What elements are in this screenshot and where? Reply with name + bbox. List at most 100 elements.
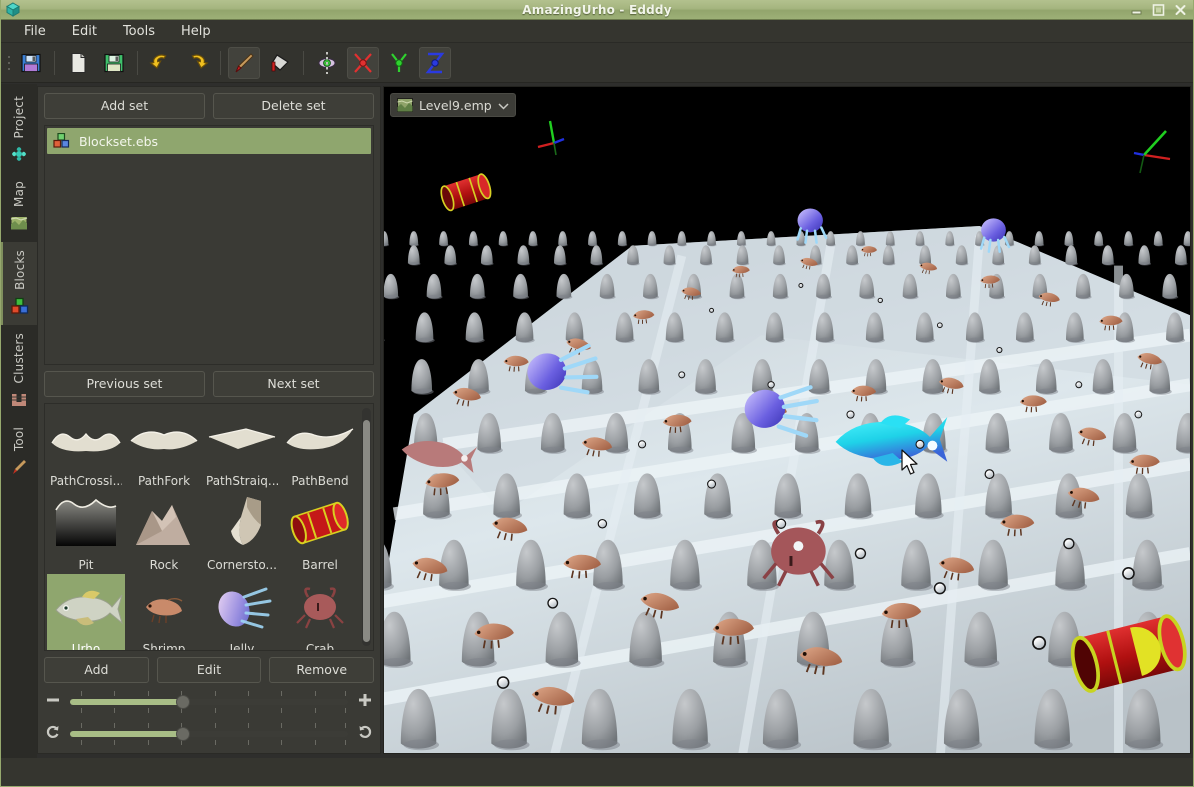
menu-item-tools[interactable]: Tools: [110, 21, 168, 42]
set-nav-row: Previous set Next set: [44, 371, 374, 397]
pit-icon: [47, 490, 125, 558]
palette-item-pathfork[interactable]: PathFork: [125, 406, 203, 490]
status-bar: [1, 758, 1193, 786]
chevron-down-icon[interactable]: [498, 98, 509, 113]
sidebar-item-project[interactable]: Project: [1, 88, 37, 173]
axis-x-button[interactable]: [347, 46, 379, 79]
menu-item-edit[interactable]: Edit: [59, 21, 110, 42]
rotate-cw-icon[interactable]: [356, 724, 374, 744]
palette-item-label: Barrel: [302, 558, 338, 572]
palette-scrollbar[interactable]: [362, 408, 371, 646]
previous-set-button[interactable]: Previous set: [44, 371, 205, 397]
save-button[interactable]: [15, 47, 47, 79]
axis-gizmo-left: [537, 120, 565, 156]
toolbar-grip[interactable]: [5, 50, 13, 76]
undo-button[interactable]: [145, 47, 177, 79]
plus-icon[interactable]: [356, 692, 374, 712]
edit-button[interactable]: Edit: [156, 657, 262, 683]
sidebar-item-label: Tool: [12, 426, 26, 451]
shrimp-icon: [125, 574, 203, 642]
axis-gizmo-right: [1133, 130, 1171, 174]
sidebar-item-label: Project: [12, 96, 26, 139]
slider-handle[interactable]: [175, 727, 190, 741]
axis-z-button[interactable]: [419, 46, 451, 79]
palette-item-label: Pit: [78, 558, 94, 572]
fill-tool-button[interactable]: [264, 47, 296, 79]
sidebar-item-clusters[interactable]: Clusters: [1, 325, 37, 418]
maximize-button[interactable]: [1147, 1, 1169, 19]
add-button[interactable]: Add: [44, 657, 149, 683]
mirror-button[interactable]: [311, 47, 343, 79]
palette-item-label: Jelly: [229, 642, 255, 651]
sidebar-item-tool[interactable]: Tool: [1, 419, 37, 486]
blocks-icon: [11, 297, 29, 315]
map-thumb-icon: [397, 98, 413, 112]
project-icon: [10, 145, 28, 163]
sidebar-item-label: Map: [12, 181, 26, 208]
crab-icon: [281, 574, 359, 642]
palette-item-shrimp[interactable]: Shrimp: [125, 574, 203, 651]
palette-item-jelly[interactable]: Jelly: [203, 574, 281, 651]
sidebar-item-label: Clusters: [12, 333, 26, 384]
minus-icon[interactable]: [44, 692, 62, 712]
close-button[interactable]: [1169, 1, 1191, 19]
app-icon: [4, 1, 22, 18]
palette-item-urho[interactable]: Urho: [47, 574, 125, 651]
minimize-button[interactable]: [1125, 1, 1147, 19]
path-crossing-icon: [47, 406, 125, 474]
sidebar-item-blocks[interactable]: Blocks: [1, 242, 37, 326]
toolbar: [1, 43, 1193, 83]
rotation-slider[interactable]: [70, 722, 348, 746]
set-list[interactable]: Blockset.ebs: [44, 125, 374, 365]
menu-bar: File Edit Tools Help: [1, 20, 1193, 43]
slider-fill: [70, 731, 187, 737]
path-fork-icon: [125, 406, 203, 474]
map-icon: [10, 214, 28, 232]
arrow-cursor: [901, 449, 918, 475]
delete-set-button[interactable]: Delete set: [213, 93, 374, 119]
menu-item-file[interactable]: File: [11, 21, 59, 42]
scale-slider[interactable]: [70, 690, 348, 714]
level-file-dropdown[interactable]: Level9.emp: [390, 93, 516, 117]
sidebar-item-map[interactable]: Map: [1, 173, 37, 242]
scene-render: [384, 87, 1190, 753]
palette-scrollbar-thumb[interactable]: [363, 420, 370, 642]
tool-icon: [10, 458, 28, 476]
palette-item-label: Cornersto...: [207, 558, 277, 572]
list-item-label: Blockset.ebs: [79, 133, 159, 149]
palette-item-pathcrossing[interactable]: PathCrossi...: [47, 406, 125, 490]
window-title: AmazingUrho - Edddy: [522, 2, 672, 17]
rotate-ccw-icon[interactable]: [44, 724, 62, 744]
new-button[interactable]: [62, 47, 94, 79]
palette-item-pathstraight[interactable]: PathStraiq...: [203, 406, 281, 490]
menu-item-help[interactable]: Help: [168, 21, 224, 42]
cornerstone-icon: [203, 490, 281, 558]
save-as-button[interactable]: [98, 47, 130, 79]
viewport-3d[interactable]: Level9.emp: [383, 86, 1191, 754]
palette-item-pathbend[interactable]: PathBend: [281, 406, 359, 490]
add-set-button[interactable]: Add set: [44, 93, 205, 119]
barrel-icon: [281, 490, 359, 558]
palette-item-label: PathFork: [137, 474, 191, 488]
sidebar-tab-rail: Project Map Blocks Clusters Tool: [1, 84, 37, 758]
palette-item-label: Shrimp: [142, 642, 186, 651]
list-item[interactable]: Blockset.ebs: [47, 128, 371, 154]
toolbar-separator: [220, 50, 221, 75]
slider-handle[interactable]: [175, 695, 190, 709]
app-window: AmazingUrho - Edddy File Edit Tools Help: [0, 0, 1194, 787]
palette-item-crab[interactable]: Crab: [281, 574, 359, 650]
palette-item-cornerstone[interactable]: Cornersto...: [203, 490, 281, 574]
next-set-button[interactable]: Next set: [213, 371, 374, 397]
path-bend-icon: [281, 406, 359, 474]
palette-item-pit[interactable]: Pit: [47, 490, 125, 574]
palette-item-rock[interactable]: Rock: [125, 490, 203, 574]
palette-item-barrel[interactable]: Barrel: [281, 490, 359, 574]
rotation-slider-row: [44, 721, 374, 747]
redo-button[interactable]: [181, 47, 213, 79]
remove-button[interactable]: Remove: [269, 657, 375, 683]
paint-tool-button[interactable]: [228, 46, 260, 79]
jelly-icon: [203, 574, 281, 642]
axis-y-button[interactable]: [383, 47, 415, 79]
path-straight-icon: [203, 406, 281, 474]
palette-item-label: Urho: [71, 642, 101, 651]
